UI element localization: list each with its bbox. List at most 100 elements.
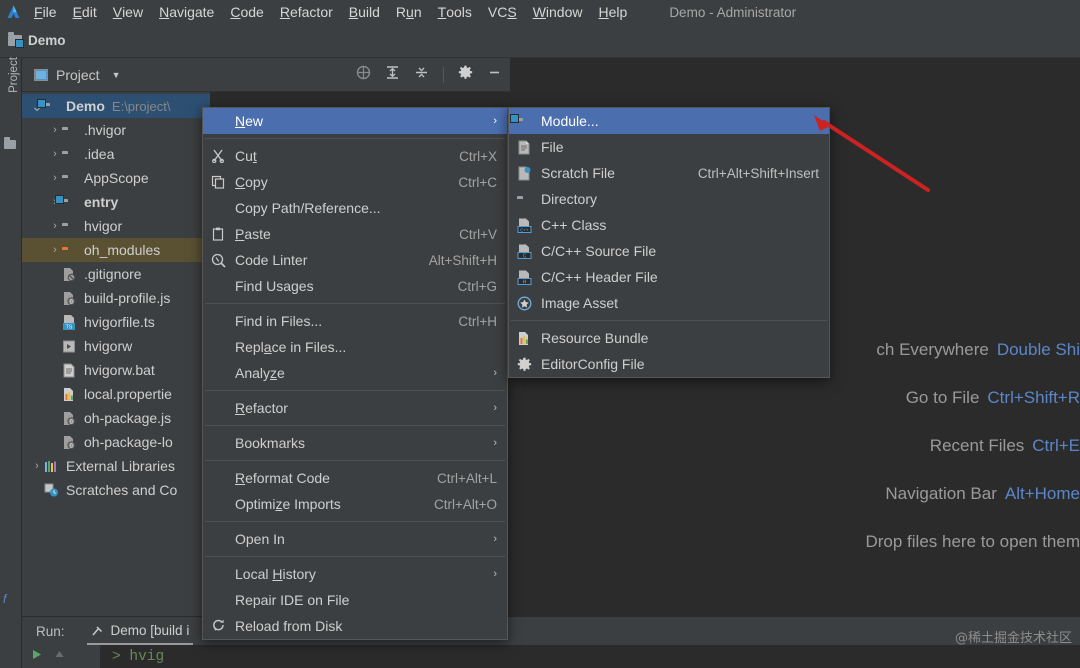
tree-row[interactable]: › .hvigor <box>22 118 210 142</box>
tree-row[interactable]: {} oh-package.js <box>22 406 210 430</box>
tree-row[interactable]: {} oh-package-lo <box>22 430 210 454</box>
tree-row[interactable]: hvigorw <box>22 334 210 358</box>
svg-text:{}: {} <box>70 443 74 449</box>
menu-bar-item-help[interactable]: Help <box>591 0 636 24</box>
context-menu-item-find-usages[interactable]: Find Usages Ctrl+G <box>203 273 507 299</box>
menu-item-label: Find in Files... <box>235 313 323 329</box>
svg-text:C++: C++ <box>520 227 529 232</box>
menu-bar-item-window[interactable]: Window <box>525 0 591 24</box>
tree-row[interactable]: › AppScope <box>22 166 210 190</box>
select-opened-file-icon[interactable] <box>356 65 371 85</box>
menu-bar-item-run[interactable]: Run <box>388 0 430 24</box>
editorconfig-icon <box>517 357 541 372</box>
context-menu-item-find-in-files[interactable]: Find in Files... Ctrl+H <box>203 308 507 334</box>
tree-row[interactable]: ›entry <box>22 190 210 214</box>
chevron-right-icon[interactable]: › <box>30 460 44 472</box>
tree-row[interactable]: local.propertie <box>22 382 210 406</box>
project-view-icon <box>34 68 48 81</box>
expand-all-icon[interactable] <box>385 65 400 85</box>
chevron-right-icon[interactable]: › <box>48 124 62 136</box>
chevron-right-icon[interactable]: › <box>48 148 62 160</box>
svg-text:TS: TS <box>66 324 73 329</box>
menu-item-label: New <box>235 113 264 129</box>
context-menu-item-local-history[interactable]: Local History › <box>203 561 507 587</box>
editor-hint: Recent Files Ctrl+E <box>930 436 1080 456</box>
menu-item-label: Bookmarks <box>235 435 306 451</box>
run-tab[interactable]: Demo [build i <box>86 617 194 645</box>
submenu-item-image-asset[interactable]: Image Asset <box>509 290 829 316</box>
context-menu-item-optimize-imports[interactable]: Optimize Imports Ctrl+Alt+O <box>203 491 507 517</box>
collapse-all-icon[interactable] <box>414 65 429 85</box>
submenu-item-directory[interactable]: Directory <box>509 186 829 212</box>
tree-row[interactable]: hvigorw.bat <box>22 358 210 382</box>
context-menu-item-new[interactable]: New › <box>203 108 507 134</box>
context-menu-item-copy[interactable]: Copy Ctrl+C <box>203 169 507 195</box>
tree-row[interactable]: › .idea <box>22 142 210 166</box>
context-menu-item-open-in[interactable]: Open In › <box>203 526 507 552</box>
tree-row[interactable]: › hvigor <box>22 214 210 238</box>
tree-row[interactable]: › External Libraries <box>22 454 210 478</box>
tool-strip-bottom-label[interactable]: f <box>3 592 6 606</box>
project-tool-icon[interactable] <box>4 136 16 154</box>
run-console-gutter <box>22 645 100 668</box>
run-console[interactable]: > hvig nting hvigor daemon <box>22 645 1080 668</box>
settings-gear-icon[interactable] <box>458 65 473 85</box>
tree-row[interactable]: .gitignore <box>22 262 210 286</box>
tree-node-path: E:\project\ <box>111 98 171 114</box>
context-menu-item-analyze[interactable]: Analyze › <box>203 360 507 386</box>
context-menu-item-repair-ide-on-file[interactable]: Repair IDE on File <box>203 587 507 613</box>
submenu-item-file[interactable]: File <box>509 134 829 160</box>
arrow-up-icon[interactable] <box>53 648 66 666</box>
tree-row[interactable]: › oh_modules <box>22 238 210 262</box>
run-tool-header: Run: Demo [build i <box>22 617 1080 645</box>
menu-bar-item-refactor[interactable]: Refactor <box>272 0 341 24</box>
project-tree[interactable]: ⌄DemoE:\project\›.hvigor›.idea›AppScope›… <box>22 92 210 502</box>
context-menu-item-reformat-code[interactable]: Reformat Code Ctrl+Alt+L <box>203 465 507 491</box>
cpp-class-icon: C++ <box>517 218 541 233</box>
bat-file-icon <box>62 363 80 378</box>
hide-panel-icon[interactable] <box>487 65 502 85</box>
context-menu-item-replace-in-files[interactable]: Replace in Files... <box>203 334 507 360</box>
chevron-right-icon[interactable]: › <box>48 220 62 232</box>
context-menu[interactable]: New › Cut Ctrl+X Copy Ctrl+C Copy Path/Referen… <box>202 107 508 640</box>
context-menu-item-paste[interactable]: Paste Ctrl+V <box>203 221 507 247</box>
chevron-down-icon[interactable]: ▼ <box>112 70 121 80</box>
menu-bar-item-view[interactable]: View <box>105 0 151 24</box>
editor-hint-shortcut: Ctrl+Shift+R <box>987 388 1080 407</box>
breadcrumb-project-name[interactable]: Demo <box>28 33 66 48</box>
tree-node-label: build-profile.js <box>84 290 171 306</box>
submenu-item-c-class[interactable]: C++ C++ Class <box>509 212 829 238</box>
chevron-right-icon[interactable]: › <box>48 172 62 184</box>
menu-bar-item-code[interactable]: Code <box>222 0 271 24</box>
menu-bar-item-navigate[interactable]: Navigate <box>151 0 222 24</box>
context-menu-item-copy-path-reference[interactable]: Copy Path/Reference... <box>203 195 507 221</box>
submenu-item-resource-bundle[interactable]: Resource Bundle <box>509 325 829 351</box>
submenu-item-editorconfig-file[interactable]: EditorConfig File <box>509 351 829 377</box>
submenu-item-module[interactable]: Module... <box>509 108 829 134</box>
context-menu-item-code-linter[interactable]: Code Linter Alt+Shift+H <box>203 247 507 273</box>
run-play-icon[interactable] <box>30 648 43 666</box>
project-view-label[interactable]: Project <box>56 67 100 83</box>
submenu-item-scratch-file[interactable]: Scratch File Ctrl+Alt+Shift+Insert <box>509 160 829 186</box>
menu-bar-item-edit[interactable]: Edit <box>65 0 105 24</box>
tree-row[interactable]: Scratches and Co <box>22 478 210 502</box>
menu-separator <box>205 303 505 304</box>
context-menu-item-bookmarks[interactable]: Bookmarks › <box>203 430 507 456</box>
tree-row[interactable]: ⌄DemoE:\project\ <box>22 94 210 118</box>
submenu-item-c-c-header-file[interactable]: H C/C++ Header File <box>509 264 829 290</box>
menu-bar-item-file[interactable]: File <box>26 0 65 24</box>
editor-hint: Navigation Bar Alt+Home <box>885 484 1080 504</box>
editor-hint-shortcut: Ctrl+E <box>1032 436 1080 455</box>
menu-bar-items: File Edit View Navigate Code Refactor Build Ru n… <box>26 0 635 24</box>
tree-row[interactable]: TS hvigorfile.ts <box>22 310 210 334</box>
context-menu-item-reload-from-disk[interactable]: Reload from Disk <box>203 613 507 639</box>
context-menu-item-refactor[interactable]: Refactor › <box>203 395 507 421</box>
menu-bar-item-tools[interactable]: Tools <box>430 0 480 24</box>
tree-row[interactable]: {} build-profile.js <box>22 286 210 310</box>
chevron-right-icon[interactable]: › <box>48 244 62 256</box>
menu-bar-item-vcs[interactable]: VC S <box>480 0 525 24</box>
submenu-item-c-c-source-file[interactable]: C C/C++ Source File <box>509 238 829 264</box>
context-menu-item-cut[interactable]: Cut Ctrl+X <box>203 143 507 169</box>
new-submenu[interactable]: Module... File Scratch File Ctrl+Alt+Shift+… <box>508 107 830 378</box>
menu-bar-item-build[interactable]: Build <box>341 0 388 24</box>
